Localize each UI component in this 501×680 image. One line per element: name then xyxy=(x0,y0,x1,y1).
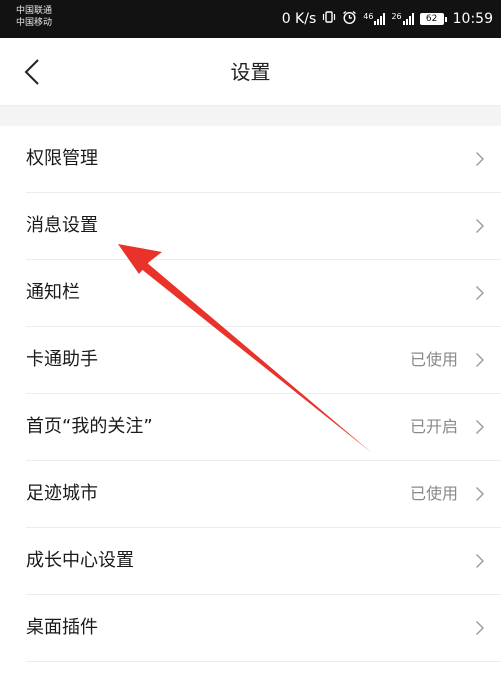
back-button[interactable] xyxy=(18,56,48,88)
battery-icon: 62 xyxy=(419,13,447,25)
settings-item-notification-bar[interactable]: 通知栏 xyxy=(26,260,501,327)
settings-item-status: 已开启 xyxy=(409,417,458,436)
chevron-right-icon xyxy=(476,219,484,233)
settings-list: 权限管理 消息设置 通知栏 卡通助手 已使用 首页“我的关注” 已开启 足迹城市… xyxy=(0,126,501,662)
chevron-right-icon xyxy=(476,286,484,300)
settings-item-label: 成长中心设置 xyxy=(26,550,134,571)
battery-level: 62 xyxy=(419,13,444,25)
signal-1-label: 46 xyxy=(363,12,374,21)
chevron-right-icon xyxy=(476,554,484,568)
settings-item-message-settings[interactable]: 消息设置 xyxy=(26,193,501,260)
settings-item-label: 权限管理 xyxy=(26,148,98,169)
signal-1-icon: 46 xyxy=(363,12,386,25)
settings-item-status: 已使用 xyxy=(409,350,458,369)
carrier-2: 中国移动 xyxy=(16,18,53,28)
settings-item-desktop-widget[interactable]: 桌面插件 xyxy=(26,595,501,662)
settings-item-label: 消息设置 xyxy=(26,215,98,236)
section-separator xyxy=(0,106,501,126)
carrier-info: 中国联通 中国移动 xyxy=(16,5,52,29)
settings-item-growth-center[interactable]: 成长中心设置 xyxy=(26,528,501,595)
settings-item-label: 首页“我的关注” xyxy=(26,416,153,437)
chevron-right-icon xyxy=(476,420,484,434)
net-speed: 0 K/s xyxy=(281,11,317,27)
settings-item-footprint-cities[interactable]: 足迹城市 已使用 xyxy=(26,461,501,528)
back-chevron-icon xyxy=(24,59,39,85)
signal-2-label: 26 xyxy=(391,12,402,21)
settings-item-label: 足迹城市 xyxy=(26,483,98,504)
settings-item-permissions[interactable]: 权限管理 xyxy=(26,126,501,193)
settings-item-label: 桌面插件 xyxy=(26,617,98,638)
settings-item-label: 卡通助手 xyxy=(26,349,98,370)
title-bar: 设置 xyxy=(0,38,501,106)
alarm-icon xyxy=(342,10,357,29)
chevron-right-icon xyxy=(476,152,484,166)
carrier-1: 中国联通 xyxy=(16,6,53,16)
signal-2-icon: 26 xyxy=(391,12,414,25)
chevron-right-icon xyxy=(476,621,484,635)
vibrate-icon xyxy=(322,10,336,28)
status-icons: 0 K/s 46 26 62 10:59 xyxy=(282,0,493,38)
settings-item-cartoon-assistant[interactable]: 卡通助手 已使用 xyxy=(26,327,501,394)
chevron-right-icon xyxy=(476,487,484,501)
settings-item-status: 已使用 xyxy=(409,484,458,503)
chevron-right-icon xyxy=(476,353,484,367)
page-title: 设置 xyxy=(230,60,271,84)
settings-item-home-my-follows[interactable]: 首页“我的关注” 已开启 xyxy=(26,394,501,461)
clock: 10:59 xyxy=(452,11,493,27)
settings-item-label: 通知栏 xyxy=(26,282,80,303)
status-bar: 中国联通 中国移动 0 K/s 46 26 62 10:59 xyxy=(0,0,501,38)
